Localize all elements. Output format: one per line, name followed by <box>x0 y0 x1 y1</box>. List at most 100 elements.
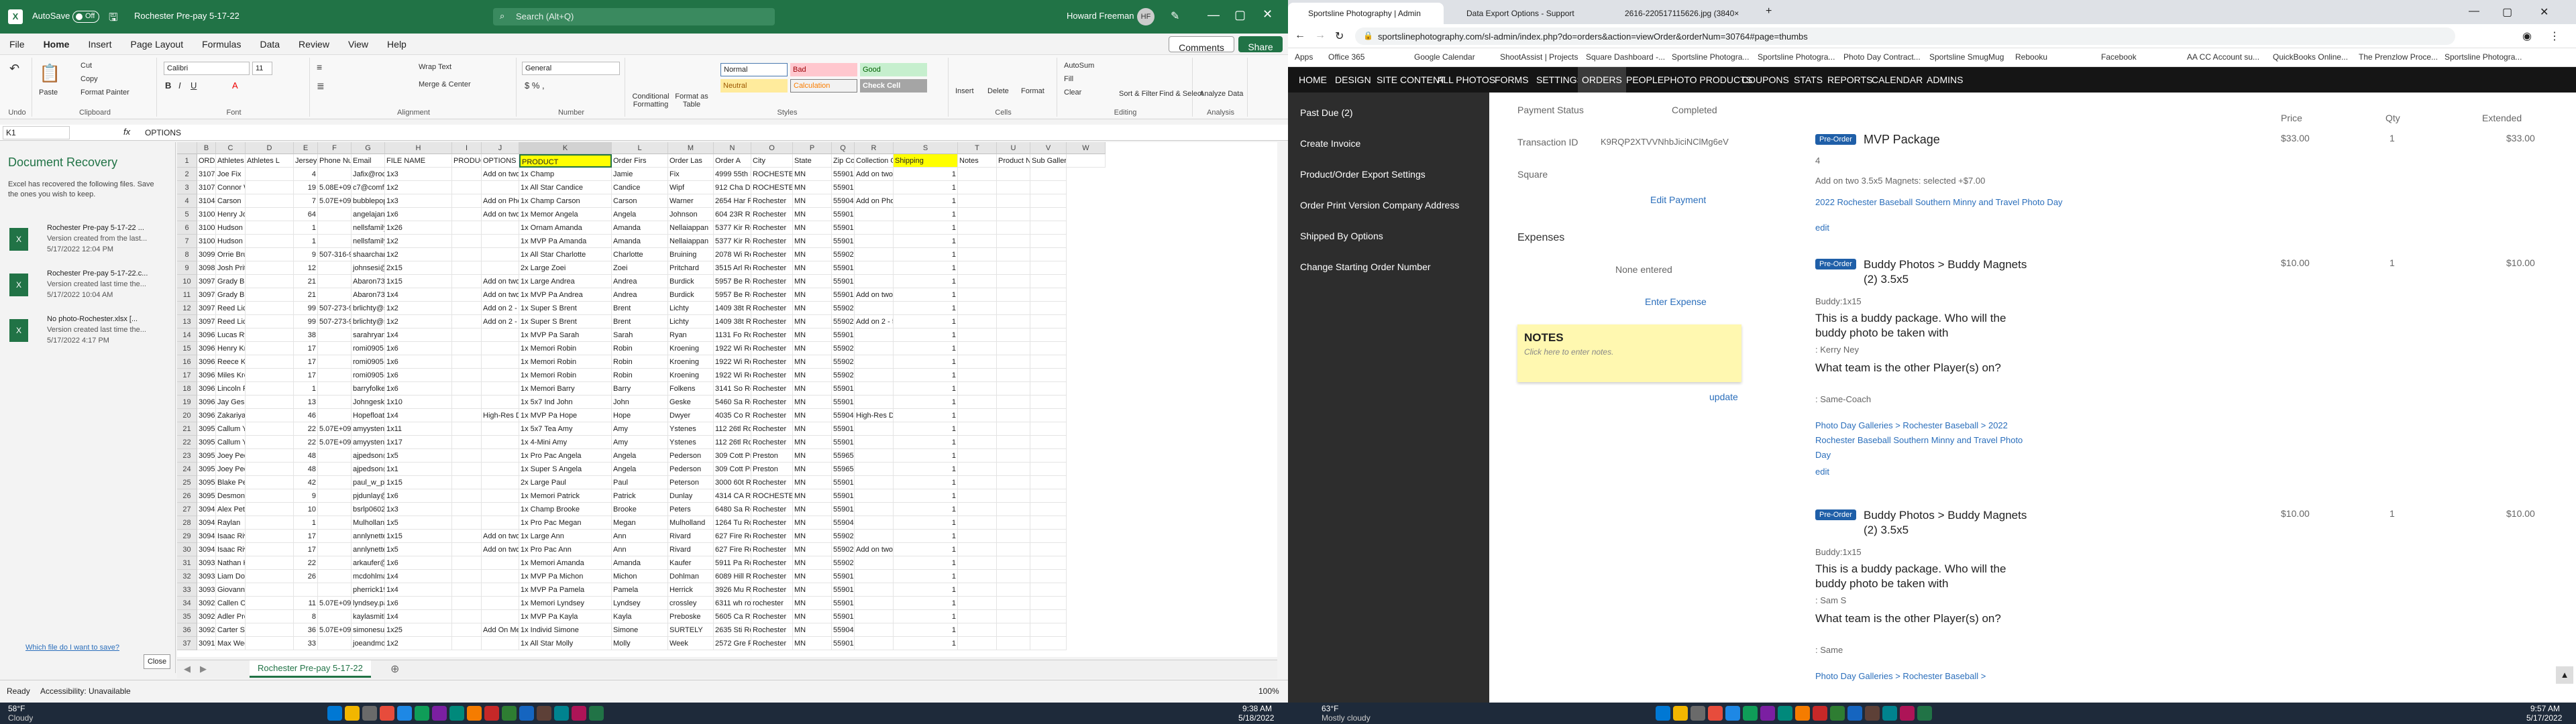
table-cell[interactable] <box>318 382 352 396</box>
table-cell[interactable]: 30942 <box>197 516 216 530</box>
row-number[interactable]: 23 <box>177 449 197 463</box>
table-cell[interactable] <box>318 261 352 275</box>
table-cell[interactable]: 64 <box>294 208 318 221</box>
bookmark-item[interactable]: Sportsline Photogra... <box>2445 52 2522 62</box>
update-notes-link[interactable]: update <box>1709 391 1738 402</box>
table-cell[interactable]: 1x MVP Pa Kayla <box>519 610 612 623</box>
table-cell[interactable]: Amanda <box>612 221 668 235</box>
table-cell[interactable] <box>958 543 997 556</box>
table-cell[interactable] <box>318 530 352 543</box>
table-cell[interactable] <box>452 556 482 570</box>
row-number[interactable]: 26 <box>177 489 197 503</box>
row-number[interactable]: 1 <box>177 154 197 168</box>
table-cell[interactable]: Rochester <box>751 530 793 543</box>
table-cell[interactable]: MN <box>793 556 832 570</box>
table-cell[interactable] <box>482 342 519 355</box>
table-cell[interactable]: 55904 <box>832 516 855 530</box>
row-number[interactable]: 15 <box>177 342 197 355</box>
table-cell[interactable] <box>997 369 1030 382</box>
table-cell[interactable]: 6311 wh rochester <box>714 597 751 610</box>
admin-nav-stats[interactable]: STATS <box>1790 67 1827 93</box>
table-cell[interactable] <box>318 168 352 181</box>
table-cell[interactable] <box>997 275 1030 288</box>
table-cell[interactable]: Grady Blanck <box>216 275 246 288</box>
table-cell[interactable] <box>1030 235 1067 248</box>
table-cell[interactable]: 10 <box>294 503 318 516</box>
table-cell[interactable]: 1x2 <box>385 235 452 248</box>
table-cell[interactable] <box>1030 543 1067 556</box>
table-cell[interactable]: 627 Fire Rochester <box>714 543 751 556</box>
taskbar-app-icon[interactable] <box>1656 706 1670 721</box>
column-header[interactable]: O <box>751 142 793 154</box>
table-cell[interactable]: Patrick <box>612 489 668 503</box>
table-cell[interactable]: Pamela <box>612 583 668 597</box>
table-cell[interactable] <box>1030 422 1067 436</box>
table-cell[interactable] <box>1030 315 1067 328</box>
table-cell[interactable]: Ystenes <box>668 436 714 449</box>
table-cell[interactable]: 1 <box>894 610 958 623</box>
table-cell[interactable] <box>855 355 894 369</box>
table-cell[interactable]: Alex Peters <box>216 503 246 516</box>
table-cell[interactable]: Kaufer <box>668 556 714 570</box>
recovery-file-1[interactable]: X Rochester Pre-pay 5-17-22 ... Version … <box>5 223 169 267</box>
table-cell[interactable]: 1 <box>894 449 958 463</box>
header-cell[interactable]: Phone Nu <box>318 154 352 168</box>
table-cell[interactable]: 22 <box>294 556 318 570</box>
table-cell[interactable]: 2078 Wi Rochester <box>714 248 751 261</box>
table-cell[interactable]: 1x25 <box>385 623 452 637</box>
table-cell[interactable]: Jafix@rochester.k12.mn.us <box>352 168 385 181</box>
table-cell[interactable]: 1x2 <box>385 302 452 315</box>
table-cell[interactable]: 1x Memori Robin <box>519 342 612 355</box>
copy-button[interactable]: Copy <box>80 75 98 83</box>
table-cell[interactable]: nellsfamily09@gm <box>352 235 385 248</box>
table-cell[interactable] <box>958 489 997 503</box>
table-cell[interactable] <box>855 422 894 436</box>
column-header[interactable]: I <box>452 142 482 154</box>
forward-icon[interactable]: → <box>1315 29 1326 42</box>
table-cell[interactable]: Zakariya Muse <box>216 409 246 422</box>
table-cell[interactable]: 1 <box>294 382 318 396</box>
table-cell[interactable]: 55901 <box>832 181 855 194</box>
table-cell[interactable]: 30921 <box>197 610 216 623</box>
table-cell[interactable]: 5.07E+09 <box>318 422 352 436</box>
close-icon[interactable]: ✕ <box>1263 7 1273 21</box>
table-cell[interactable]: 1 <box>294 235 318 248</box>
table-cell[interactable] <box>1030 449 1067 463</box>
table-cell[interactable] <box>855 396 894 409</box>
table-cell[interactable]: 11 <box>294 597 318 610</box>
table-cell[interactable]: 26 <box>294 570 318 583</box>
table-cell[interactable]: Desmond Dunlay <box>216 489 246 503</box>
table-cell[interactable]: Rochester <box>751 328 793 342</box>
table-cell[interactable]: 31002 <box>197 208 216 221</box>
table-cell[interactable]: 1x6 <box>385 342 452 355</box>
align-left-icon[interactable]: ≣ <box>317 80 325 92</box>
table-cell[interactable]: 1x6 <box>385 597 452 610</box>
table-cell[interactable]: 30941 <box>197 543 216 556</box>
table-cell[interactable]: Robin <box>612 369 668 382</box>
row-number[interactable]: 14 <box>177 328 197 342</box>
header-cell[interactable]: Notes <box>958 154 997 168</box>
table-cell[interactable]: Orrie Bruining <box>216 248 246 261</box>
header-cell[interactable]: PRODUCT <box>519 154 612 168</box>
table-cell[interactable]: Folkens <box>668 382 714 396</box>
table-cell[interactable] <box>997 208 1030 221</box>
style-good[interactable]: Good <box>860 63 927 76</box>
table-cell[interactable]: ROCHESTER <box>751 168 793 181</box>
table-cell[interactable]: Pritchard <box>668 261 714 275</box>
table-cell[interactable]: 1 <box>894 409 958 422</box>
table-cell[interactable]: romi0905@yahoo <box>352 342 385 355</box>
row-number[interactable]: 33 <box>177 583 197 597</box>
table-cell[interactable]: 1x17 <box>385 436 452 449</box>
table-cell[interactable]: 5.07E+09 <box>318 623 352 637</box>
table-cell[interactable]: Rochester <box>751 516 793 530</box>
table-cell[interactable] <box>452 503 482 516</box>
table-cell[interactable]: Rochester <box>751 503 793 516</box>
table-cell[interactable] <box>246 409 294 422</box>
scroll-top-icon[interactable]: ▲ <box>2556 666 2573 684</box>
table-cell[interactable]: 21 <box>294 288 318 302</box>
table-cell[interactable]: MN <box>793 302 832 315</box>
table-cell[interactable]: 1x6 <box>385 369 452 382</box>
maximize-icon[interactable]: ▢ <box>1234 8 1246 22</box>
row-number[interactable]: 25 <box>177 476 197 489</box>
table-cell[interactable]: 5377 Kir Rochester <box>714 221 751 235</box>
